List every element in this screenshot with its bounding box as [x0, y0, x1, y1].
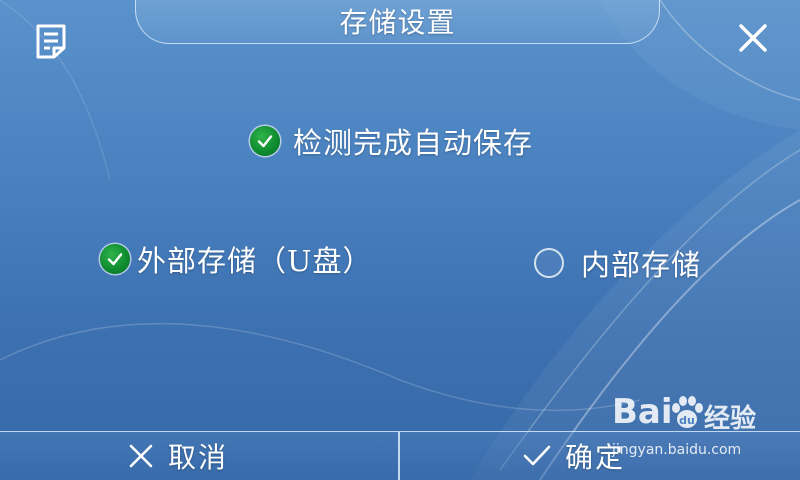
bottom-bar-divider: [398, 432, 400, 480]
close-icon[interactable]: [733, 18, 773, 58]
close-icon: [129, 444, 153, 468]
paw-logo-icon: du: [672, 396, 703, 428]
checked-icon[interactable]: [100, 244, 130, 274]
external-storage-label: 外部存储（U盘）: [137, 244, 373, 278]
page-title: 存储设置: [339, 6, 456, 39]
checked-icon[interactable]: [250, 126, 280, 156]
external-storage-option[interactable]: 外部存储（U盘）: [100, 238, 372, 280]
baidu-jingyan-watermark: Bai du 经验 jingyan.baidu.com: [612, 388, 794, 468]
storage-settings-screen: 存储设置 检测完成自动保存 外部存储（U盘） 内部存储 取消 确定 Bai du…: [0, 0, 800, 480]
cancel-button-label: 取消: [168, 441, 229, 474]
internal-storage-option[interactable]: 内部存储: [534, 242, 701, 284]
watermark-brand: Bai: [612, 392, 673, 432]
watermark-url: jingyan.baidu.com: [612, 442, 742, 458]
cancel-button[interactable]: 取消: [128, 432, 228, 480]
svg-text:du: du: [679, 414, 695, 427]
internal-storage-label: 内部存储: [581, 248, 702, 282]
confirm-button[interactable]: 确定: [523, 432, 625, 480]
watermark-brand-suffix: 经验: [704, 404, 757, 434]
auto-save-option[interactable]: 检测完成自动保存: [250, 120, 533, 162]
unchecked-radio-icon[interactable]: [534, 248, 564, 278]
auto-save-label: 检测完成自动保存: [293, 126, 534, 160]
check-icon: [523, 445, 551, 466]
document-icon[interactable]: [34, 22, 68, 60]
